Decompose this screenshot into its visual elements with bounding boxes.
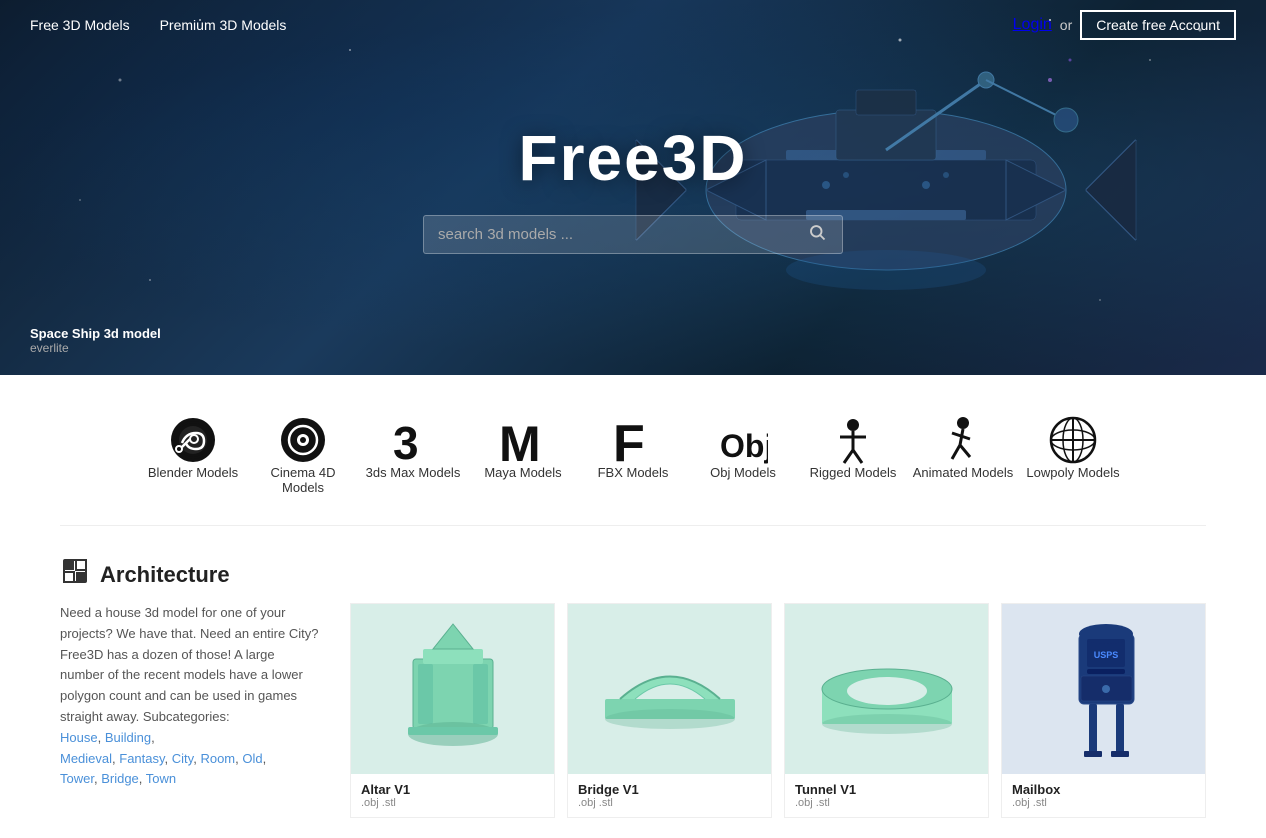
maya-icon: M: [498, 415, 548, 465]
nav-right: Login or Create free Account: [1013, 10, 1236, 40]
section-description: Need a house 3d model for one of your pr…: [60, 603, 350, 818]
category-maya-label: Maya Models: [484, 465, 561, 480]
model-info-mailbox: Mailbox .obj .stl: [1002, 774, 1205, 817]
navbar: Free 3D Models Premium 3D Models Login o…: [0, 0, 1266, 50]
nav-links: Free 3D Models Premium 3D Models: [30, 17, 286, 33]
model-info-bridge: Bridge V1 .obj .stl: [568, 774, 771, 817]
svg-text:3: 3: [393, 417, 419, 465]
lowpoly-icon: [1048, 415, 1098, 465]
architecture-section: Architecture Need a house 3d model for o…: [0, 526, 1266, 838]
subcategory-city[interactable]: City: [172, 751, 193, 766]
featured-model-name: Space Ship 3d model: [30, 326, 161, 341]
section-body: Need a house 3d model for one of your pr…: [60, 603, 1206, 818]
blender-icon: [168, 415, 218, 465]
mailbox-formats: .obj .stl: [1012, 797, 1195, 809]
login-link[interactable]: Login: [1013, 16, 1052, 34]
featured-model-author: everlite: [30, 341, 161, 355]
model-info-altar: Altar V1 .obj .stl: [351, 774, 554, 817]
fbx-icon: F: [608, 415, 658, 465]
rigged-icon: [828, 415, 878, 465]
mailbox-title: Mailbox: [1012, 782, 1195, 797]
model-info-tunnel: Tunnel V1 .obj .stl: [785, 774, 988, 817]
tunnel-formats: .obj .stl: [795, 797, 978, 809]
altar-title: Altar V1: [361, 782, 544, 797]
model-thumb-mailbox: USPS: [1002, 604, 1205, 774]
model-card-altar[interactable]: Altar V1 .obj .stl: [350, 603, 555, 818]
architecture-header: Architecture: [60, 556, 1206, 593]
subcategory-room[interactable]: Room: [200, 751, 235, 766]
category-obj-label: Obj Models: [710, 465, 776, 480]
hero-section: Free3D Space Ship 3d model everlite: [0, 0, 1266, 375]
altar-shape: [393, 619, 513, 759]
category-rigged-label: Rigged Models: [810, 465, 897, 480]
bridge-shape: [600, 639, 740, 739]
svg-text:M: M: [499, 416, 541, 465]
search-icon: [808, 223, 826, 241]
obj-icon: Obj: [718, 415, 768, 465]
c4d-icon: [278, 415, 328, 465]
subcategory-building[interactable]: Building: [105, 730, 151, 745]
search-bar: [423, 215, 843, 254]
svg-text:USPS: USPS: [1093, 650, 1118, 660]
model-thumb-tunnel: [785, 604, 988, 774]
model-card-mailbox[interactable]: USPS Mailbox .obj .stl: [1001, 603, 1206, 818]
category-blender-label: Blender Models: [148, 465, 238, 480]
model-thumb-altar: [351, 604, 554, 774]
category-c4d-label: Cinema 4D Models: [248, 465, 358, 495]
subcategory-fantasy[interactable]: Fantasy: [119, 751, 164, 766]
category-fbx[interactable]: F FBX Models: [578, 415, 688, 495]
category-rigged[interactable]: Rigged Models: [798, 415, 908, 495]
nav-free-3d-models[interactable]: Free 3D Models: [30, 17, 130, 33]
subcategory-tower[interactable]: Tower: [60, 771, 94, 786]
category-c4d[interactable]: Cinema 4D Models: [248, 415, 358, 495]
category-3dsmax[interactable]: 3 3ds Max Models: [358, 415, 468, 495]
subcategory-old[interactable]: Old: [242, 751, 262, 766]
bridge-formats: .obj .stl: [578, 797, 761, 809]
animated-icon: [938, 415, 988, 465]
bridge-title: Bridge V1: [578, 782, 761, 797]
search-button[interactable]: [802, 219, 832, 250]
architecture-icon: [60, 556, 90, 593]
nav-premium-3d-models[interactable]: Premium 3D Models: [160, 17, 287, 33]
model-thumb-bridge: [568, 604, 771, 774]
model-card-tunnel[interactable]: Tunnel V1 .obj .stl: [784, 603, 989, 818]
altar-formats: .obj .stl: [361, 797, 544, 809]
category-animated-label: Animated Models: [913, 465, 1013, 480]
subcategory-medieval[interactable]: Medieval: [60, 751, 112, 766]
subcategory-bridge[interactable]: Bridge: [101, 771, 139, 786]
model-card-bridge[interactable]: Bridge V1 .obj .stl: [567, 603, 772, 818]
subcategory-town[interactable]: Town: [146, 771, 176, 786]
svg-text:F: F: [613, 415, 645, 465]
tunnel-shape: [812, 644, 962, 734]
building-icon: [60, 556, 90, 586]
architecture-title: Architecture: [100, 562, 230, 588]
category-blender[interactable]: Blender Models: [138, 415, 248, 495]
mailbox-shape: USPS: [1059, 614, 1149, 764]
hero-caption: Space Ship 3d model everlite: [30, 326, 161, 355]
categories-section: Blender Models Cinema 4D Models 3 3ds Ma…: [0, 375, 1266, 525]
category-3dsmax-label: 3ds Max Models: [366, 465, 461, 480]
svg-text:Obj: Obj: [720, 428, 768, 464]
description-text: Need a house 3d model for one of your pr…: [60, 603, 320, 728]
models-grid: Altar V1 .obj .stl Bri: [350, 603, 1206, 818]
subcategory-house[interactable]: House: [60, 730, 98, 745]
or-separator: or: [1060, 17, 1072, 33]
search-input[interactable]: [434, 218, 802, 251]
category-fbx-label: FBX Models: [598, 465, 669, 480]
tunnel-title: Tunnel V1: [795, 782, 978, 797]
3dsmax-icon: 3: [388, 415, 438, 465]
category-maya[interactable]: M Maya Models: [468, 415, 578, 495]
category-lowpoly[interactable]: Lowpoly Models: [1018, 415, 1128, 495]
hero-content: Free3D: [423, 121, 843, 254]
hero-title: Free3D: [519, 121, 748, 195]
category-animated[interactable]: Animated Models: [908, 415, 1018, 495]
category-obj[interactable]: Obj Obj Models: [688, 415, 798, 495]
category-lowpoly-label: Lowpoly Models: [1026, 465, 1119, 480]
create-account-button[interactable]: Create free Account: [1080, 10, 1236, 40]
